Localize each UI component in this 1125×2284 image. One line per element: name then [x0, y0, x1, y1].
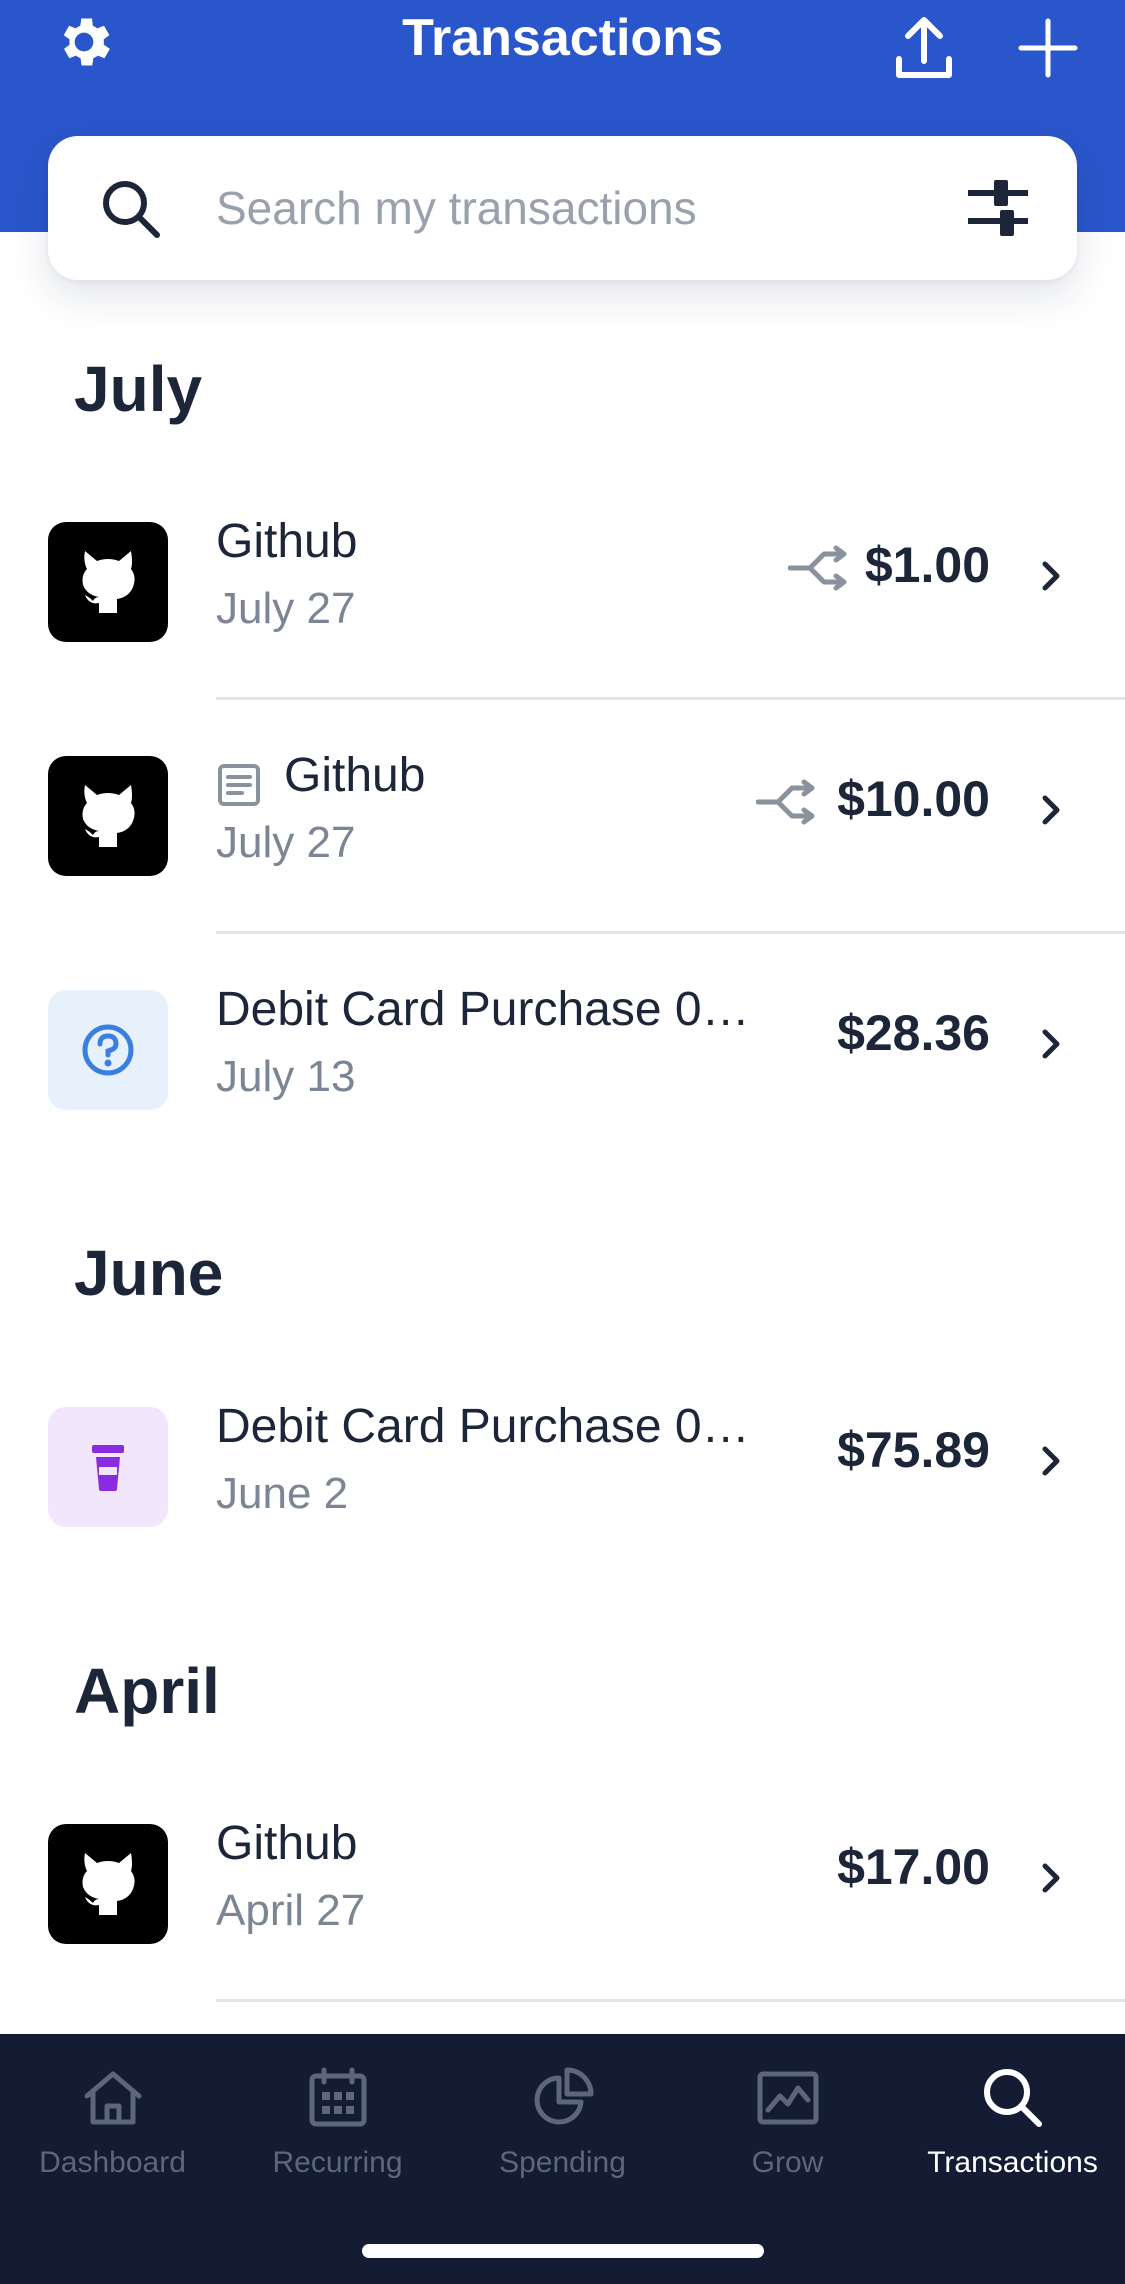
- transaction-amount: $75.89: [837, 1422, 990, 1478]
- home-icon: [84, 2071, 141, 2125]
- transaction-date: April 27: [216, 1886, 366, 1935]
- tab-transactions[interactable]: Transactions: [900, 2058, 1125, 2198]
- transaction-name: Debit Card Purchase 0…: [216, 983, 750, 1036]
- tab-label: Spending: [499, 2146, 626, 2179]
- sliders-icon: [968, 180, 1028, 236]
- tab-label: Grow: [751, 2146, 824, 2179]
- github-logo: [48, 756, 168, 876]
- plus-icon: [1018, 18, 1078, 78]
- tab-grow[interactable]: Grow: [675, 2058, 900, 2198]
- transaction-date: July 27: [216, 584, 356, 633]
- search-bar: [48, 136, 1077, 280]
- filter-button[interactable]: [964, 174, 1032, 242]
- tab-label: Recurring: [272, 2146, 403, 2179]
- divider: [216, 1999, 1125, 2002]
- transaction-row[interactable]: Github July 27 $1.00: [0, 466, 1125, 700]
- add-transaction-button[interactable]: [1008, 8, 1088, 88]
- upload-icon: [896, 17, 952, 78]
- tab-recurring[interactable]: Recurring: [225, 2058, 450, 2198]
- transaction-amount: $17.00: [837, 1839, 990, 1895]
- chart-line-icon: [757, 2071, 818, 2125]
- search-icon: [983, 2069, 1042, 2127]
- home-indicator: [362, 2244, 764, 2258]
- transaction-row[interactable]: Github April 27 $17.00: [0, 1768, 1125, 2002]
- month-heading: July: [74, 353, 203, 425]
- split-transaction-icon: [756, 779, 815, 825]
- chevron-right-icon: [1042, 795, 1060, 825]
- question-icon: [82, 1024, 134, 1076]
- transaction-amount: $28.36: [837, 1005, 990, 1061]
- month-heading: June: [74, 1237, 224, 1309]
- search-icon: [103, 181, 160, 238]
- chevron-right-icon: [1042, 561, 1060, 591]
- transaction-date: July 27: [216, 818, 356, 867]
- chevron-right-icon: [1042, 1863, 1060, 1893]
- export-button[interactable]: [884, 8, 964, 88]
- transaction-date: July 13: [216, 1052, 356, 1101]
- month-heading: April: [74, 1655, 220, 1727]
- pie-chart-icon: [534, 2067, 593, 2125]
- github-logo: [48, 522, 168, 642]
- github-logo: [48, 1824, 168, 1944]
- coffee-cup-icon: [92, 1445, 124, 1491]
- note-icon: [218, 764, 260, 806]
- transaction-name: Debit Card Purchase 0…: [216, 1400, 750, 1453]
- tab-label: Transactions: [927, 2146, 1098, 2179]
- coffee-merchant-logo: [48, 1407, 168, 1527]
- unknown-merchant-logo: [48, 990, 168, 1110]
- tab-label: Dashboard: [39, 2146, 186, 2179]
- transaction-amount: $1.00: [864, 537, 990, 593]
- transaction-row[interactable]: Debit Card Purchase 0… June 2 $75.89: [0, 1351, 1125, 1585]
- transaction-date: June 2: [216, 1469, 349, 1518]
- calendar-icon: [309, 2067, 366, 2127]
- split-transaction-icon: [788, 545, 847, 591]
- tab-dashboard[interactable]: Dashboard: [0, 2058, 225, 2198]
- transaction-name: Github: [216, 1817, 358, 1870]
- transaction-row[interactable]: Debit Card Purchase 0… July 13 $28.36: [0, 934, 1125, 1168]
- transaction-name: Github: [284, 749, 426, 802]
- transaction-name: Github: [216, 515, 358, 568]
- chevron-right-icon: [1042, 1029, 1060, 1059]
- tab-spending[interactable]: Spending: [450, 2058, 675, 2198]
- transaction-amount: $10.00: [837, 771, 990, 827]
- transaction-row[interactable]: Github July 27 $10.00: [0, 700, 1125, 934]
- search-input[interactable]: [216, 172, 916, 244]
- chevron-right-icon: [1042, 1446, 1060, 1476]
